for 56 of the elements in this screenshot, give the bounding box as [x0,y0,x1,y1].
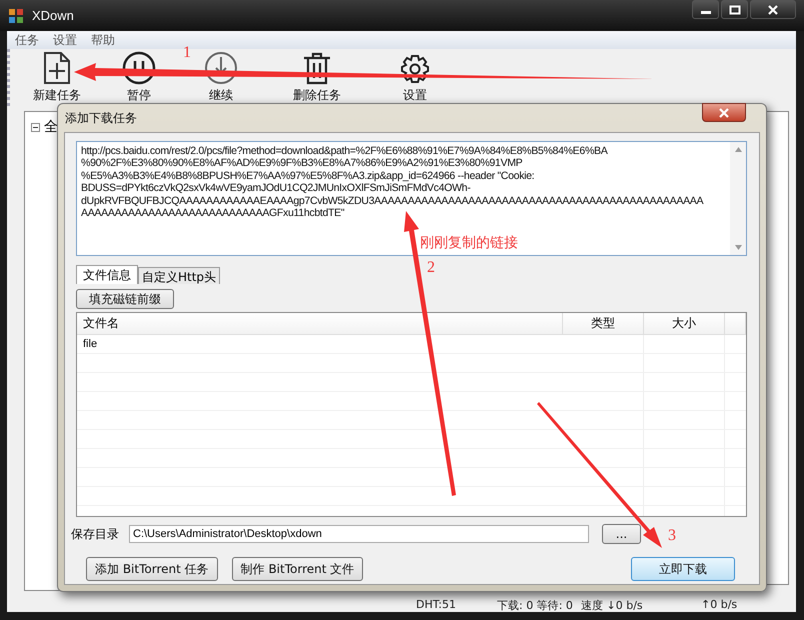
toolbar-button[interactable]: 设置 [388,53,442,106]
url-line: BDUSS=dPYkt6czVkQ2sxVk4wVE9yamJOdU1CQ2JMUnIxOXlFSmJiSmFMdVc4OWh- [81,182,472,195]
url-line: AAAAAAAAAAAAAAAAAAAAAAAAAAAAGFxu11hcbtdTE" [81,207,346,220]
toolbar-button[interactable]: 继续 [194,51,248,106]
close-button[interactable] [750,0,796,19]
menu-item[interactable]: 任务 [15,32,39,48]
app-icon [8,8,24,24]
url-text-area[interactable] [76,141,747,256]
action-button[interactable]: 制作 BitTorrent 文件 [232,557,364,581]
close-icon [767,4,779,14]
fill-prefix-button[interactable]: 填充磁链前缀 [76,289,174,309]
pause-icon [122,51,156,85]
url-line: %90%2F%E3%80%90%E8%AF%AD%E9%9F%B3%E8%A7%86%E9%A2%91%E3%80%91VMP [81,157,524,170]
save-dir-label: 保存目录 [71,526,120,542]
close-icon [718,108,730,118]
table-cell-text: file [82,337,98,352]
download-now-button[interactable]: 立即下载 [631,557,735,581]
annotation-text: 刚刚复制的链接 [420,234,518,252]
maximize-icon [728,4,740,14]
settings-icon [399,53,431,85]
scroll-down-icon[interactable] [734,245,742,250]
collapse-icon[interactable] [31,122,40,132]
tab[interactable]: 自定义Http头 [138,267,220,284]
download-icon [204,51,238,85]
status-text: 下载: 0 等待: 0 [497,598,573,613]
status-text: DHT:51 [416,598,456,611]
toolbar-button[interactable]: 暂停 [112,51,166,106]
tab[interactable]: 文件信息 [76,265,138,284]
maximize-button[interactable] [721,0,748,19]
url-line: %E5%A3%B3%E4%B8%8BPUSH%E7%AA%97%E5%8F%A3.zip&app_id=624966 --header "Cookie: [81,170,536,182]
browse-button[interactable]: ... [602,524,641,544]
status-text: ↑0 b/s [701,598,738,611]
menu-item[interactable]: 设置 [53,32,77,48]
new-file-icon [41,51,73,85]
column-header[interactable]: 大小 [644,313,725,334]
url-line: dUpkRVFBQUFBJCQAAAAAAAAAAAAEAAAAgp7CvbW5kZDU3AAAAAAAAAAAAAAAAAAAAAAAAAAAAAAAAAAAAAAAAAAAAAAAAA [81,194,704,208]
annotation-text: 3 [668,527,676,545]
dialog-title: 添加下载任务 [65,110,137,126]
url-line: http://pcs.baidu.com/rest/2.0/pcs/file?method=download&path=%2F%E6%88%91%E7%9A%84%E8%B5%84%E6%BA [81,145,609,158]
save-dir-field[interactable]: C:\Users\Administrator\Desktop\xdown [129,525,589,543]
annotation-text: 1 [183,44,191,62]
column-header[interactable]: 类型 [563,313,644,334]
close-button[interactable] [702,103,746,122]
tree-item[interactable]: 全 [44,118,58,136]
menu-item[interactable]: 帮助 [91,32,115,48]
minimize-icon [700,11,710,14]
scroll-up-icon[interactable] [734,147,742,152]
minimize-button[interactable] [692,0,719,19]
status-text: 速度 ↓0 b/s [581,598,643,613]
trash-icon [301,51,333,85]
toolbar-button[interactable]: 删除任务 [290,51,344,106]
scrollbar[interactable] [730,142,746,255]
window-title: XDown [32,8,74,23]
annotation-text: 2 [427,259,435,277]
action-button[interactable]: 添加 BitTorrent 任务 [86,557,218,581]
toolbar-button[interactable]: 新建任务 [30,51,84,106]
